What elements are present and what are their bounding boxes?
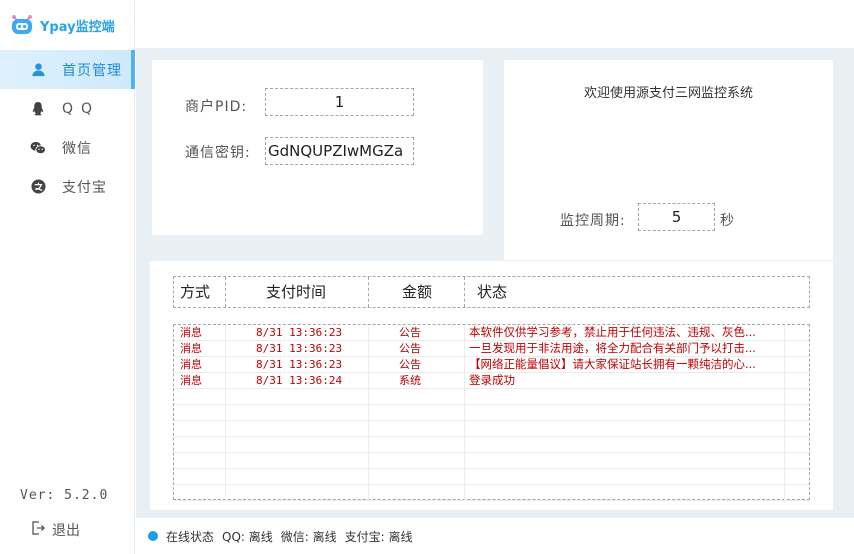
online-status-label: 在线状态 [166,529,215,544]
column-header-time: 支付时间 [226,277,369,307]
period-label: 监控周期: [560,213,626,229]
table-row-empty [174,421,809,437]
alipay-icon [30,179,46,195]
logout-icon [30,520,46,540]
alipay-status: 支付宝: 离线 [344,529,413,544]
pid-input[interactable]: 1 [265,88,414,116]
sidebar-item-label: QQ [62,100,101,117]
table-row-empty [174,437,809,453]
version-label: Ver: 5.2.0 [20,488,109,503]
period-input[interactable]: 5 [638,203,715,231]
cell-empty [785,341,809,356]
cell-time: 8/31 13:36:23 [226,341,369,356]
sidebar-nav: 首页管理 QQ 微信 支付宝 [0,50,135,206]
cell-time: 8/31 13:36:23 [226,325,369,340]
column-header-amount: 金额 [369,277,465,307]
sidebar-item-alipay[interactable]: 支付宝 [0,167,135,206]
sidebar-item-label: 微信 [62,140,92,157]
logout-button[interactable]: 退出 [30,520,80,540]
wechat-status: 微信: 离线 [280,529,337,544]
robot-logo-icon [12,15,32,34]
online-status-dot-icon [148,531,158,541]
pid-label: 商户PID: [185,99,248,115]
sidebar: Ypay监控端 首页管理 QQ 微信 支付宝 Ver: 5.2.0 退出 [0,0,135,554]
cell-time: 8/31 13:36:23 [226,357,369,372]
user-icon [30,62,46,78]
table-row-empty [174,389,809,405]
main-content: 商户PID: 1 通信密钥: GdNQUPZIwMGZa 欢迎使用源支付三网监控… [136,48,854,518]
qq-penguin-icon [30,101,46,117]
wechat-icon [30,140,46,156]
table-row[interactable]: 消息 8/31 13:36:23 公告 一旦发现用于非法用途，将全力配合有关部门… [174,341,809,357]
sidebar-item-label: 支付宝 [62,179,107,196]
logout-label: 退出 [52,523,80,539]
key-input[interactable]: GdNQUPZIwMGZa [265,137,414,165]
cell-status: 本软件仅供学习参考，禁止用于任何违法、违规、灰色... [465,325,785,340]
cell-type: 消息 [174,341,226,356]
cell-amount: 公告 [369,357,465,372]
cell-status: 一旦发现用于非法用途，将全力配合有关部门予以打击... [465,341,785,356]
cell-type: 消息 [174,357,226,372]
app-title: Ypay监控端 [40,19,115,35]
cell-status: 登录成功 [465,373,785,388]
table-row[interactable]: 消息 8/31 13:36:23 公告 本软件仅供学习参考，禁止用于任何违法、违… [174,325,809,341]
log-table[interactable]: 消息 8/31 13:36:23 公告 本软件仅供学习参考，禁止用于任何违法、违… [173,324,810,501]
app-logo: Ypay监控端 [10,12,115,38]
period-unit: 秒 [720,213,735,229]
column-header-method: 方式 [174,277,226,307]
sidebar-item-wechat[interactable]: 微信 [0,128,135,167]
table-row-empty [174,453,809,469]
table-row[interactable]: 消息 8/31 13:36:23 公告 【网络正能量倡议】请大家保证站长拥有一颗… [174,357,809,373]
sidebar-item-qq[interactable]: QQ [0,89,135,128]
top-bar [136,0,854,48]
cell-empty [785,357,809,372]
key-label: 通信密钥: [185,145,251,161]
cell-status: 【网络正能量倡议】请大家保证站长拥有一颗纯洁的心... [465,357,785,372]
cell-amount: 公告 [369,341,465,356]
cell-amount: 系统 [369,373,465,388]
table-row-empty [174,405,809,421]
sidebar-item-home[interactable]: 首页管理 [0,50,135,89]
cell-type: 消息 [174,373,226,388]
status-bar: 在线状态 QQ: 离线 微信: 离线 支付宝: 离线 [136,518,854,554]
sidebar-item-label: 首页管理 [62,62,122,79]
column-header-status: 状态 [477,283,508,301]
table-row-empty [174,485,809,501]
cell-empty [785,373,809,388]
cell-amount: 公告 [369,325,465,340]
qq-status: QQ: 离线 [222,529,273,544]
table-row-empty [174,469,809,485]
cell-empty [785,325,809,340]
merchant-config-card: 商户PID: 1 通信密钥: GdNQUPZIwMGZa [152,60,483,235]
payment-log-card: 方式 支付时间 金额 状态 消息 8/31 13:36:23 公告 本软件仅供学… [150,261,833,510]
cell-time: 8/31 13:36:24 [226,373,369,388]
table-row[interactable]: 消息 8/31 13:36:24 系统 登录成功 [174,373,809,389]
cell-type: 消息 [174,325,226,340]
welcome-text: 欢迎使用源支付三网监控系统 [583,86,753,101]
monitor-card: 欢迎使用源支付三网监控系统 监控周期: 5 秒 [504,60,833,260]
table-header: 方式 支付时间 金额 状态 [173,276,810,308]
